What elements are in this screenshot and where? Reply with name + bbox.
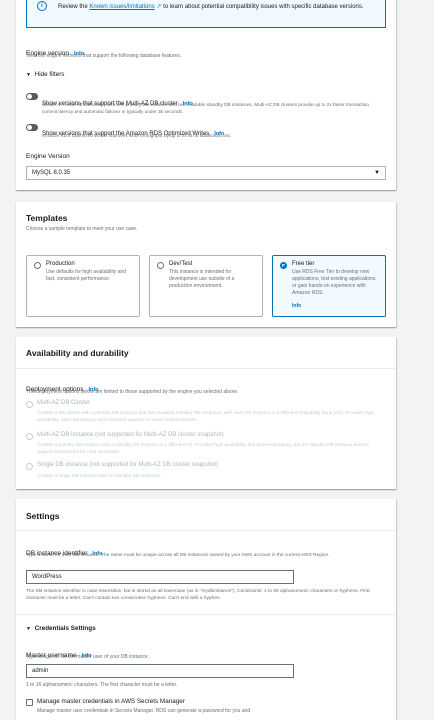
production-label: Production [46,261,75,267]
production-radio[interactable] [34,262,41,269]
multi-az-instance-radio[interactable] [26,433,33,440]
multi-az-instance-desc: Creates a primary DB instance and a stan… [37,442,369,454]
production-desc: Use defaults for high availability and f… [46,269,127,282]
engine-select-label: Engine Version [26,153,70,160]
hide-filters-label: Hide filters [34,71,65,78]
multi-az-cluster-desc: Creates a DB cluster with a primary DB i… [37,410,374,422]
caret-down-icon: ▼ [26,626,31,632]
optimized-writes-toggle[interactable] [26,124,38,131]
hide-filters-toggle[interactable]: ▼ Hide filters [26,71,64,78]
db-identifier-hint: The DB instance identifier is case-insen… [26,589,370,601]
db-identifier-input[interactable]: WordPress [26,570,294,584]
dev-test-desc: This instance is intended for developmen… [169,269,235,289]
alert-prefix: Review the [58,4,88,10]
single-instance-label: Single DB instance (not supported for Mu… [37,462,219,468]
master-username-input[interactable]: admin [26,664,294,678]
caret-down-icon: ▼ [26,72,31,78]
availability-divider [16,368,396,369]
filter-optimized-writes-desc: Amazon RDS Optimized Writes improves wri… [42,133,232,138]
master-username-desc: Type a login ID for the master user of y… [26,654,150,660]
multi-az-instance-label: Multi-AZ DB instance (not supported for … [37,432,224,438]
single-instance-radio[interactable] [26,463,33,470]
free-tier-desc: Use RDS Free Tier to develop new applica… [292,269,377,296]
engine-version-select[interactable]: MySQL 8.0.35 ▼ [26,166,386,180]
engine-version-value: MySQL 8.0.35 [32,170,71,176]
settings-divider [16,530,396,531]
settings-title: Settings [26,511,60,521]
credentials-settings-label: Credentials Settings [34,625,96,632]
credentials-settings-toggle[interactable]: ▼ Credentials Settings [26,625,96,632]
manage-credentials-label: Manage master credentials in AWS Secrets… [37,698,185,705]
caret-down-icon: ▼ [374,170,380,176]
info-alert: i Review the Known issues/limitations ↗ … [26,0,386,28]
manage-credentials-checkbox[interactable] [26,699,33,706]
template-dev-test[interactable]: Dev/Test This instance is intended for d… [149,255,263,317]
engine-version-desc: View the engine versions that support th… [26,53,182,59]
db-identifier-desc: Type a name for your DB instance. The na… [26,553,330,558]
known-issues-link[interactable]: Known issues/limitations [89,4,154,10]
free-tier-info-link[interactable]: Info [292,303,301,309]
filter-multi-az-desc: Create a A Multi-AZ DB cluster with one … [42,102,369,114]
db-identifier-value: WordPress [32,574,62,580]
master-username-hint: 1 to 16 alphanumeric characters. The fir… [26,682,178,688]
free-tier-label: Free tier [292,261,315,267]
free-tier-radio[interactable] [280,262,287,269]
availability-title: Availability and durability [26,348,129,358]
alert-suffix: to learn about potential compatibility i… [161,4,364,10]
templates-desc: Choose a sample template to meet your us… [26,226,138,232]
dev-test-label: Dev/Test [169,261,193,267]
template-free-tier[interactable]: Free tier Use RDS Free Tier to develop n… [272,255,386,317]
alert-text: Review the Known issues/limitations ↗ to… [58,2,378,12]
single-instance-desc: Creates a single DB instance with no sta… [37,473,162,478]
manage-credentials-desc: Manage master user credentials in Secret… [37,708,251,714]
deployment-options-desc: The deployment options below are limited… [26,389,239,395]
dev-test-radio[interactable] [157,262,164,269]
multi-az-cluster-toggle[interactable] [26,93,38,100]
template-production[interactable]: Production Use defaults for high availab… [26,255,140,317]
multi-az-cluster-label: Multi-AZ DB Cluster [37,400,91,406]
templates-title: Templates [26,213,68,223]
master-username-value: admin [32,668,49,674]
multi-az-cluster-radio[interactable] [26,401,33,408]
info-icon: i [37,1,47,11]
credentials-divider [16,614,396,615]
